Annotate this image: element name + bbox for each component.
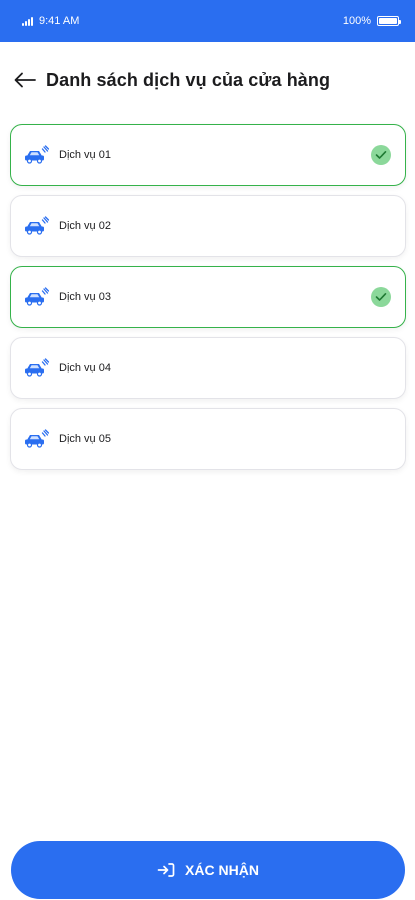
status-bar: 9:41 AM 100% xyxy=(0,0,415,42)
service-label: Dịch vụ 04 xyxy=(59,362,111,374)
service-item-02[interactable]: Dịch vụ 02 xyxy=(10,195,406,257)
service-item-03[interactable]: Dịch vụ 03 xyxy=(10,266,406,328)
car-wash-icon xyxy=(25,145,49,164)
status-right: 100% xyxy=(342,15,401,27)
car-wash-icon xyxy=(25,429,49,448)
car-wash-icon xyxy=(25,358,49,377)
service-label: Dịch vụ 01 xyxy=(59,149,111,161)
header: Danh sách dịch vụ của cửa hàng xyxy=(0,58,415,102)
battery-icon xyxy=(377,16,401,26)
status-time: 9:41 AM xyxy=(39,15,80,27)
arrow-left-icon xyxy=(14,72,36,88)
confirm-button-label: XÁC NHẬN xyxy=(185,862,259,878)
service-label: Dịch vụ 05 xyxy=(59,433,111,445)
service-label: Dịch vụ 02 xyxy=(59,220,111,232)
page-title: Danh sách dịch vụ của cửa hàng xyxy=(46,69,331,90)
check-circle-icon xyxy=(371,145,391,165)
confirm-button[interactable]: XÁC NHẬN xyxy=(11,841,405,899)
service-item-05[interactable]: Dịch vụ 05 xyxy=(10,408,406,470)
status-left: 9:41 AM xyxy=(22,15,79,27)
service-item-01[interactable]: Dịch vụ 01 xyxy=(10,124,406,186)
login-arrow-icon xyxy=(157,863,175,877)
battery-percent: 100% xyxy=(342,15,371,27)
service-list: Dịch vụ 01 Dịch vụ 02 Dịch vụ 03 Dịch vụ… xyxy=(10,124,406,479)
car-wash-icon xyxy=(25,287,49,306)
service-item-04[interactable]: Dịch vụ 04 xyxy=(10,337,406,399)
check-circle-icon xyxy=(371,287,391,307)
car-wash-icon xyxy=(25,216,49,235)
back-button[interactable] xyxy=(12,67,38,93)
service-label: Dịch vụ 03 xyxy=(59,291,111,303)
signal-icon xyxy=(22,16,33,26)
